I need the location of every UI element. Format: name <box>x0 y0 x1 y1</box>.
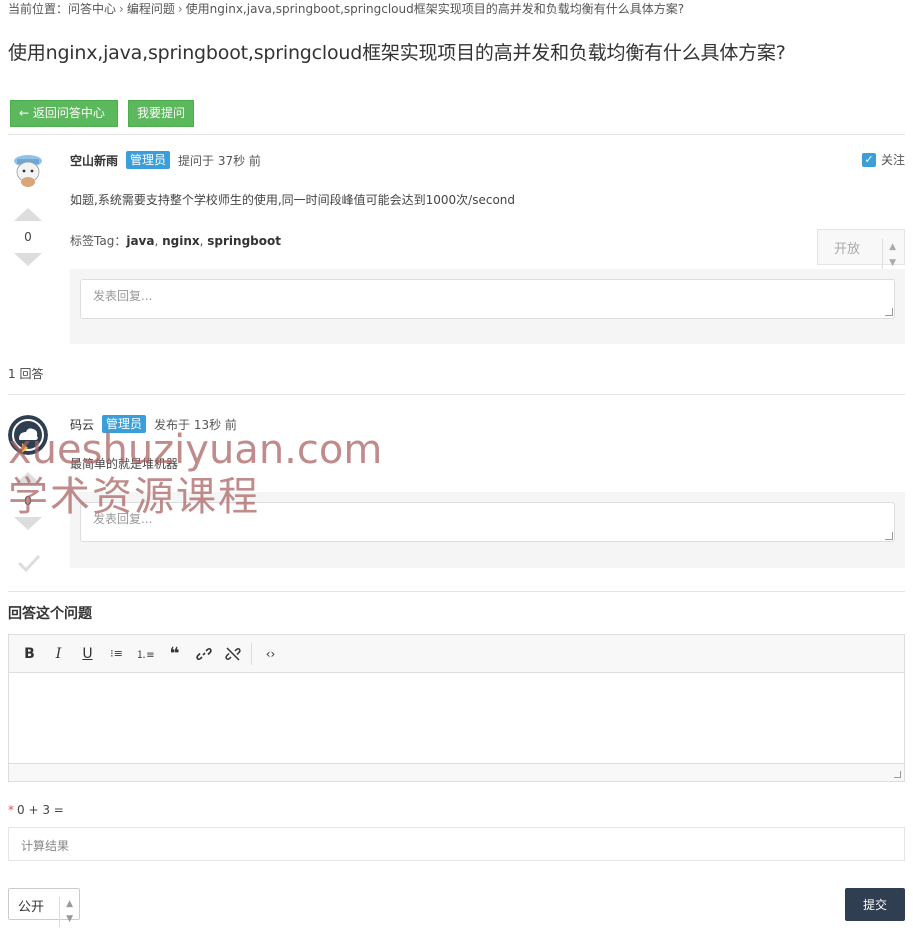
numbered-list-button[interactable]: ⒈≡ <box>131 640 160 668</box>
upvote-arrow-icon[interactable] <box>14 472 42 485</box>
role-badge: 管理员 <box>102 415 147 433</box>
bullet-list-icon: ⁝≡ <box>110 647 123 660</box>
submit-button[interactable]: 提交 <box>845 888 905 921</box>
numbered-list-icon: ⒈≡ <box>136 650 155 661</box>
link-icon <box>195 647 212 660</box>
select-arrows-icon: ▲ ▼ <box>59 897 73 927</box>
tag-list: 标签Tag：java, nginx, springboot <box>70 234 281 248</box>
reply-input[interactable]: 发表回复... <box>80 279 895 319</box>
unlink-icon <box>224 646 241 661</box>
editor-toolbar: B I U ⁝≡ ⒈≡ ❝ ‹› <box>9 635 904 673</box>
question-body: 如题,系统需要支持整个学校师生的使用,同一时间段峰值可能会达到1000次/sec… <box>70 193 516 207</box>
ask-question-button[interactable]: 我要提问 <box>128 100 194 127</box>
code-button[interactable]: ‹› <box>256 640 285 668</box>
question-vote: 0 <box>8 208 48 266</box>
post-time: 提问于 37秒 前 <box>178 153 261 168</box>
divider <box>8 394 905 395</box>
resize-handle-icon[interactable] <box>894 771 901 778</box>
downvote-arrow-icon[interactable] <box>14 253 42 266</box>
italic-icon: I <box>55 645 62 662</box>
follow-label: 关注 <box>880 153 905 167</box>
avatar-cloud-icon <box>8 415 48 455</box>
breadcrumb-programming[interactable]: 编程问题 <box>127 2 175 16</box>
role-badge: 管理员 <box>126 151 171 169</box>
breadcrumb-current: 使用nginx,java,springboot,springcloud框架实现项… <box>185 2 685 16</box>
watermark-url: xueshuziyuan.com <box>8 427 383 473</box>
question-meta: 空山新雨 管理员 提问于 37秒 前 <box>70 151 261 169</box>
captcha-input[interactable]: 计算结果 <box>8 827 905 861</box>
reply-input[interactable]: 发表回复... <box>80 502 895 542</box>
answer-form-title: 回答这个问题 <box>8 606 92 622</box>
rich-text-editor: B I U ⁝≡ ⒈≡ ❝ ‹› <box>8 634 905 782</box>
tag[interactable]: nginx <box>162 234 200 248</box>
editor-content-area[interactable] <box>9 673 904 763</box>
upvote-arrow-icon[interactable] <box>14 208 42 221</box>
tag[interactable]: java <box>126 234 154 248</box>
captcha-question: 0 + 3 = <box>17 803 64 817</box>
code-icon: ‹› <box>265 646 276 661</box>
italic-button[interactable]: I <box>44 640 73 668</box>
status-value: 开放 <box>834 241 861 257</box>
resize-handle-icon[interactable] <box>885 532 893 540</box>
answer-vote: 0 <box>8 472 48 530</box>
author-name[interactable]: 空山新雨 <box>70 152 118 169</box>
tag[interactable]: springboot <box>207 234 281 248</box>
unlink-button[interactable] <box>218 640 247 668</box>
bold-button[interactable]: B <box>15 640 44 668</box>
select-arrows-icon: ▲ ▼ <box>882 239 896 271</box>
visibility-value: 公开 <box>18 900 45 915</box>
answer-reply-box: 发表回复... <box>70 492 905 568</box>
underline-button[interactable]: U <box>73 640 102 668</box>
answer-count: 1 回答 <box>8 367 44 381</box>
breadcrumb: 当前位置：问答中心 › 编程问题 › 使用nginx,java,springboot,s… <box>8 0 684 17</box>
page-title: 使用nginx,java,springboot,springcloud框架实现项… <box>8 42 786 64</box>
avatar-cat-icon <box>8 150 48 190</box>
vote-count: 0 <box>24 230 32 244</box>
answer-meta: 码云 管理员 发布于 13秒 前 <box>70 415 237 433</box>
question-reply-box: 发表回复... <box>70 269 905 344</box>
downvote-arrow-icon[interactable] <box>14 517 42 530</box>
breadcrumb-separator: › <box>119 2 124 16</box>
visibility-select[interactable]: 公开 ▲ ▼ <box>8 888 80 927</box>
tags-label: 标签Tag： <box>70 234 127 248</box>
answer-body: 最简单的就是堆机器 <box>70 457 179 471</box>
vote-count: 0 <box>24 494 32 508</box>
status-select[interactable]: 开放 ▲ ▼ <box>817 229 905 271</box>
breadcrumb-prefix: 当前位置： <box>8 2 69 16</box>
breadcrumb-qa-center[interactable]: 问答中心 <box>68 2 116 16</box>
checkbox-checked-icon[interactable]: ✓ <box>861 152 876 167</box>
quote-icon: ❝ <box>169 643 180 664</box>
captcha-label: * 0 + 3 = <box>8 803 64 817</box>
author-name[interactable]: 码云 <box>70 416 94 433</box>
toolbar-separator <box>251 642 252 665</box>
avatar[interactable] <box>8 415 48 455</box>
accept-answer-check-icon[interactable] <box>17 551 41 575</box>
underline-icon: U <box>82 645 93 662</box>
breadcrumb-separator: › <box>177 2 183 16</box>
bullet-list-button[interactable]: ⁝≡ <box>102 640 131 668</box>
back-to-qa-button[interactable]: ← 返回问答中心 <box>10 100 118 127</box>
quote-button[interactable]: ❝ <box>160 640 189 668</box>
resize-handle-icon[interactable] <box>885 308 893 316</box>
avatar[interactable] <box>8 150 48 190</box>
divider <box>8 591 905 592</box>
editor-statusbar <box>9 763 904 781</box>
post-time: 发布于 13秒 前 <box>154 417 237 432</box>
bold-icon: B <box>24 645 35 662</box>
required-marker: * <box>8 803 14 817</box>
follow-toggle[interactable]: ✓ 关注 <box>861 151 905 168</box>
link-button[interactable] <box>189 640 218 668</box>
divider <box>8 134 905 135</box>
